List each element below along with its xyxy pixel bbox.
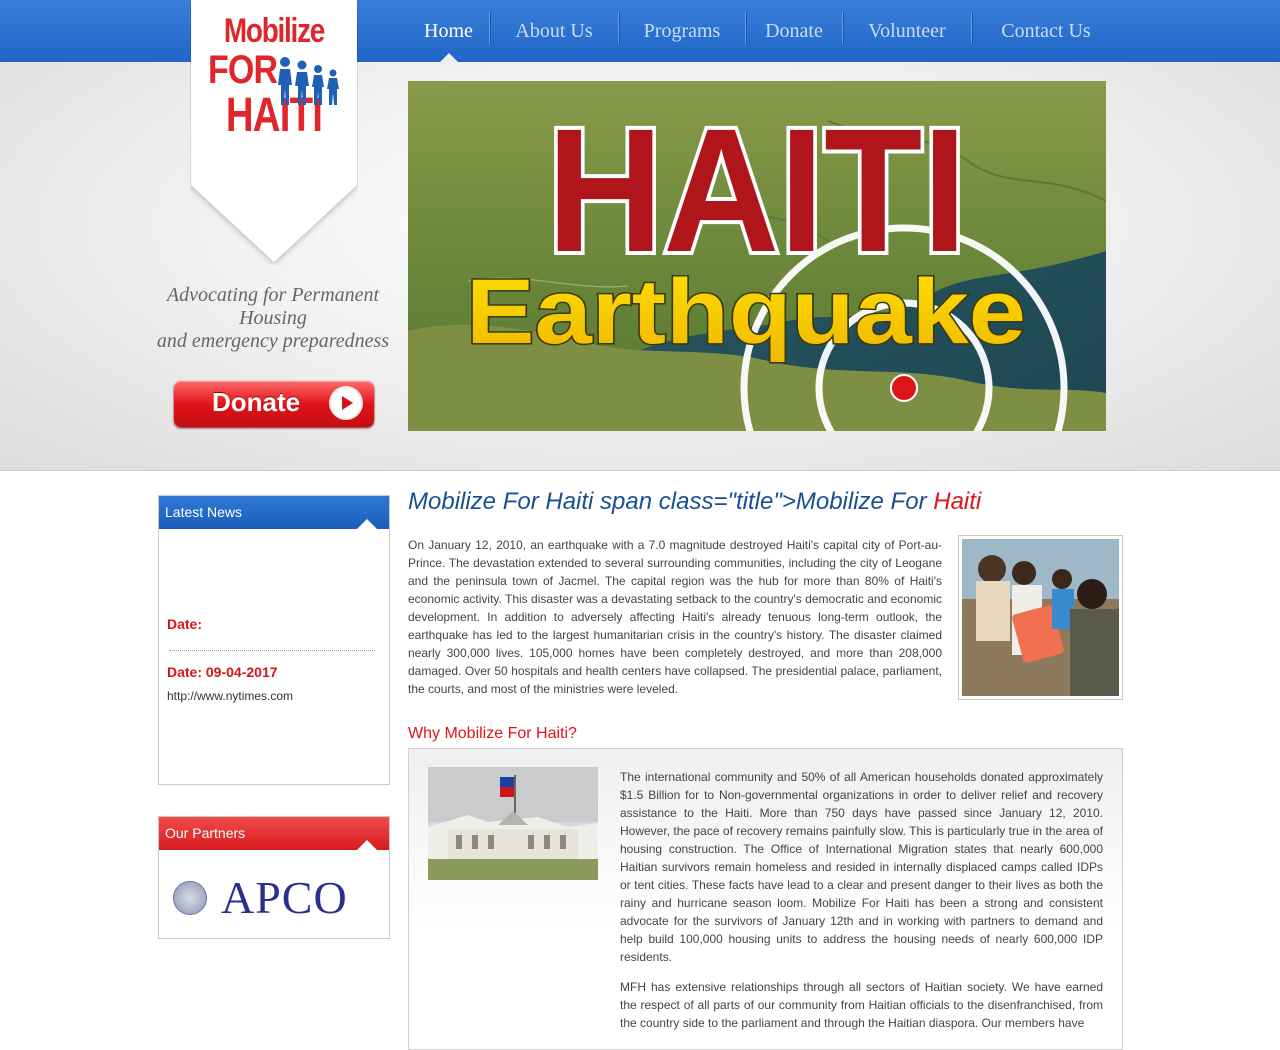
donate-button-label: Donate: [212, 387, 301, 417]
why-paragraph: The international community and 50% of a…: [620, 770, 1103, 964]
news-date: Date:: [167, 616, 203, 632]
play-arrow-icon: [331, 388, 361, 418]
nav-item-label: Programs: [643, 19, 721, 42]
latest-news-heading: Latest News: [165, 504, 243, 520]
page-title-text: Mobilize For Haiti span class="title">Mo…: [408, 488, 934, 515]
palace-photo: [428, 767, 598, 880]
nav-item-contact-us[interactable]: Contact Us: [972, 0, 1120, 62]
active-indicator: [439, 53, 458, 62]
relief-photo: [958, 535, 1123, 700]
partner-logo-apco[interactable]: APCO: [221, 873, 348, 923]
main-nav: Home About Us Programs Donate Volunteer …: [408, 0, 1120, 62]
partners-heading: Our Partners: [165, 825, 246, 841]
news-date: Date: 09-04-2017: [167, 664, 278, 680]
logo-people-icon: [278, 57, 339, 105]
nav-item-programs[interactable]: Programs: [619, 0, 745, 62]
banner-title: HAITI: [547, 93, 967, 289]
latest-news-header: Latest News: [159, 496, 389, 529]
nav-item-label: Home: [424, 19, 473, 42]
news-link[interactable]: http://www.nytimes.com: [167, 689, 293, 703]
partners-panel: Our Partners APCO: [158, 816, 390, 939]
hero-banner-image: HAITI Earthquake: [408, 81, 1106, 431]
partner-seal-icon: [173, 881, 207, 915]
page-title-highlight: Haiti: [933, 488, 982, 515]
tagline-line: and emergency preparedness: [156, 330, 390, 352]
nav-item-label: About Us: [515, 19, 593, 42]
header-notch: [357, 519, 377, 529]
nav-item-label: Donate: [765, 19, 823, 42]
partners-header: Our Partners: [159, 817, 389, 850]
logo-line-1: Mobilize: [223, 12, 325, 50]
nav-item-about-us[interactable]: About Us: [490, 0, 618, 62]
tagline-line: Advocating for Permanent: [166, 284, 380, 306]
nav-item-volunteer[interactable]: Volunteer: [843, 0, 971, 62]
page-title: Mobilize For Haiti span class="title">Mo…: [408, 488, 981, 516]
donate-button[interactable]: Donate: [174, 381, 374, 427]
latest-news-panel: Latest News Date: Date: 09-04-2017 http:…: [158, 495, 390, 785]
nav-item-home[interactable]: Home: [408, 0, 489, 62]
section-heading: Why Mobilize For Haiti?: [408, 725, 577, 742]
nav-item-donate[interactable]: Donate: [746, 0, 842, 62]
site-tagline: Advocating for Permanent Housing and eme…: [150, 284, 396, 353]
banner-subtitle: Earthquake: [466, 261, 1026, 363]
news-divider: [169, 650, 375, 651]
tagline-line: Housing: [239, 307, 307, 329]
nav-item-label: Contact Us: [1001, 19, 1091, 42]
intro-paragraph: On January 12, 2010, an earthquake with …: [408, 538, 942, 696]
nav-item-label: Volunteer: [868, 19, 946, 42]
header-notch: [357, 840, 377, 850]
